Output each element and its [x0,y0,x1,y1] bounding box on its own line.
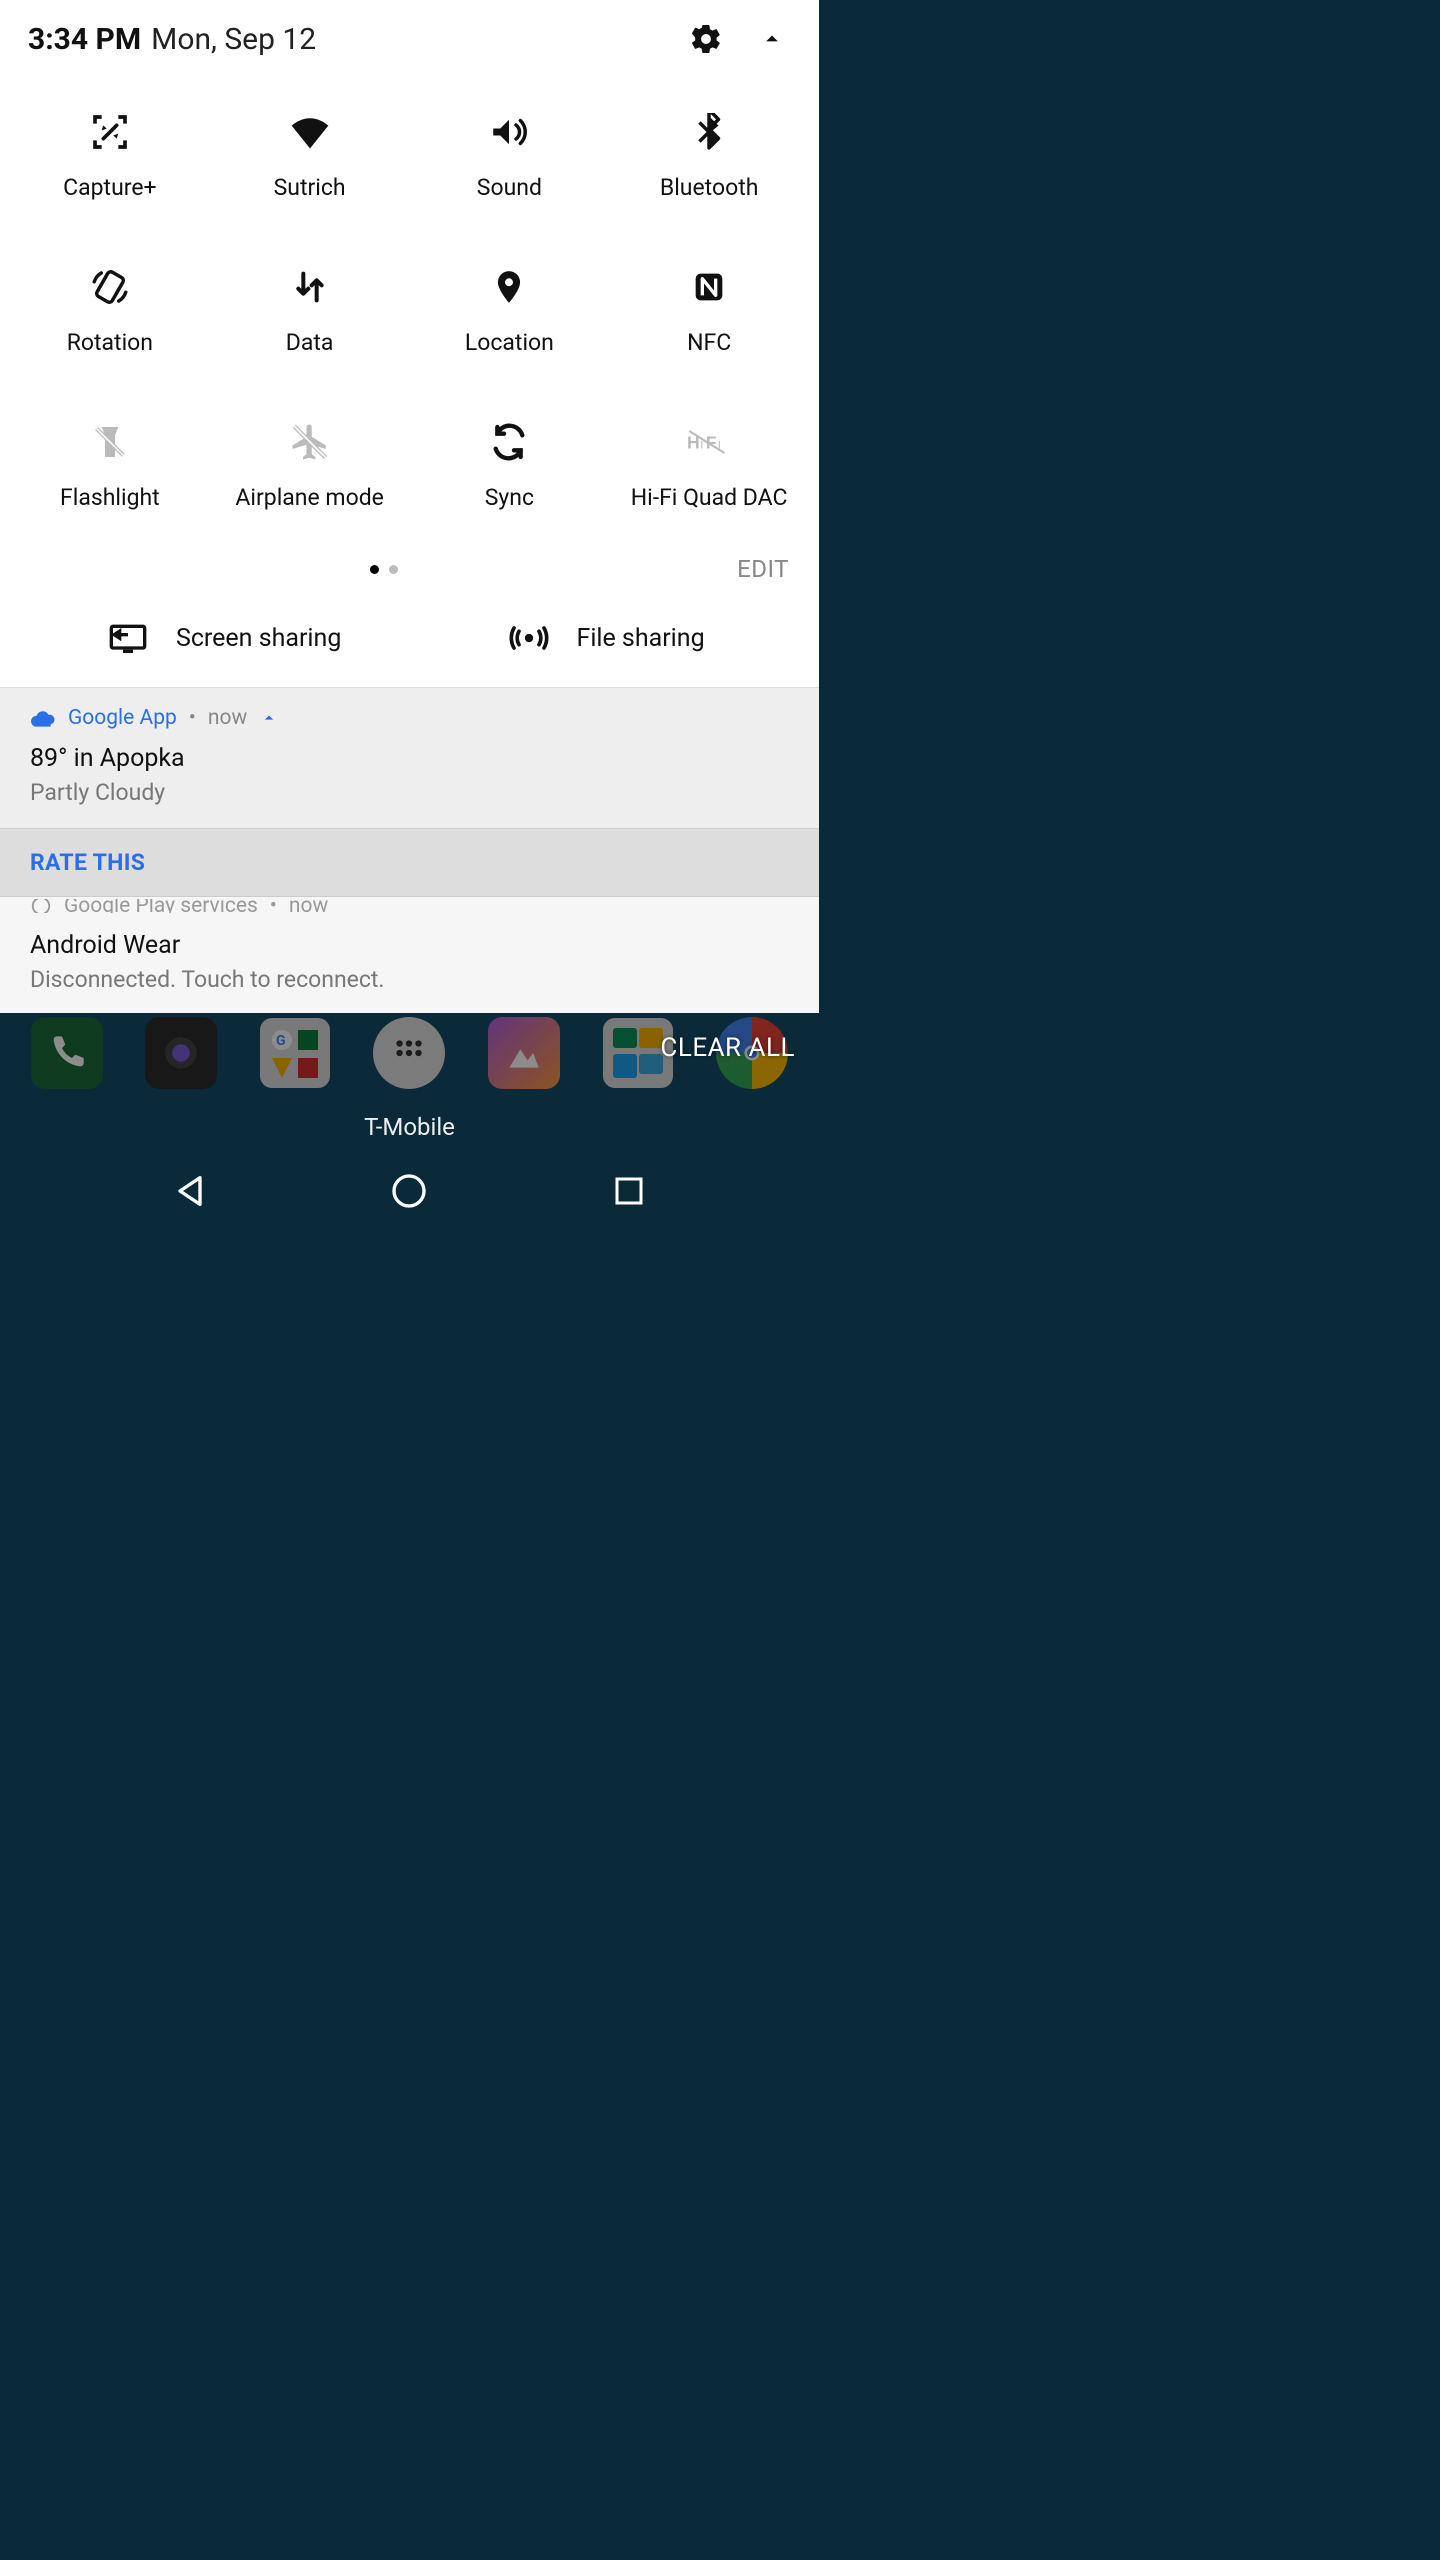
weather-title: 89° in Apopka [30,744,789,773]
screen-sharing-button[interactable]: Screen sharing [20,621,399,655]
file-sharing-button[interactable]: File sharing [399,621,800,655]
app-drawer-icon [373,1017,445,1089]
bluetooth-icon [687,110,731,154]
weather-subtitle: Partly Cloudy [30,779,789,806]
notification-android-wear[interactable]: Google Play services • now Android Wear … [0,896,819,1013]
notification-app-name: Google Play services [64,899,258,913]
screen-sharing-icon [108,621,148,655]
tile-label: Capture+ [63,174,156,201]
tile-data[interactable]: Data [210,265,410,356]
navigation-bar [0,1157,819,1235]
tile-label: Data [286,329,334,356]
svg-text:I: I [700,440,703,452]
collapse-icon[interactable] [259,708,279,728]
edit-button[interactable]: EDIT [737,555,789,583]
tile-rotation[interactable]: Rotation [10,265,210,356]
separator-dot: • [270,899,277,913]
play-services-icon [30,899,52,913]
tile-label: Sutrich [274,174,346,201]
phone-app-icon [31,1017,103,1089]
tile-capture-plus[interactable]: Capture+ [10,110,210,201]
quick-settings-grid: Capture+ Sutrich Sound Bluetooth Rotatio… [0,78,819,531]
google-folder-icon: G [259,1017,331,1089]
camera-app-icon [145,1017,217,1089]
tile-label: Location [465,329,554,356]
separator-dot: • [189,706,196,730]
home-dock-background: G CLEAR ALL [0,1013,819,1093]
tile-sound[interactable]: Sound [410,110,610,201]
svg-text:G: G [276,1033,286,1049]
airplane-off-icon [288,420,332,464]
gallery-app-icon [488,1017,560,1089]
tile-label: Rotation [67,329,153,356]
tile-nfc[interactable]: NFC [609,265,809,356]
tile-hifi-dac[interactable]: HIFI Hi-Fi Quad DAC [609,420,809,511]
sound-icon [487,110,531,154]
cloud-icon [30,708,56,728]
nfc-icon [687,265,731,309]
tile-airplane[interactable]: Airplane mode [210,420,410,511]
tile-label: Flashlight [60,484,160,511]
carrier-label: T-Mobile [0,1093,819,1157]
sync-icon [487,420,531,464]
recents-button[interactable] [599,1161,659,1221]
rate-this-button[interactable]: RATE THIS [0,828,819,896]
location-icon [487,265,531,309]
tile-label: Sync [485,484,534,511]
file-sharing-icon [509,621,549,655]
tile-location[interactable]: Location [410,265,610,356]
tile-label: Bluetooth [660,174,759,201]
notification-time: now [289,899,328,913]
clock-time: 3:34 PM [28,22,141,57]
tile-label: Airplane mode [235,484,383,511]
notification-app-name: Google App [68,706,177,730]
tile-sync[interactable]: Sync [410,420,610,511]
clock-date: Mon, Sep 12 [151,22,316,57]
wear-subtitle: Disconnected. Touch to reconnect. [30,966,789,993]
tile-label: NFC [687,329,731,356]
clear-all-button[interactable]: CLEAR ALL [660,1033,795,1063]
screen-sharing-label: Screen sharing [176,624,341,653]
file-sharing-label: File sharing [577,624,705,653]
wear-title: Android Wear [30,931,789,960]
flashlight-off-icon [88,420,132,464]
data-icon [288,265,332,309]
home-button[interactable] [379,1161,439,1221]
notification-time: now [208,706,247,730]
tile-label: Sound [477,174,542,201]
notification-weather[interactable]: Google App • now 89° in Apopka Partly Cl… [0,688,819,828]
capture-icon [88,110,132,154]
settings-icon[interactable] [687,20,725,58]
tile-flashlight[interactable]: Flashlight [10,420,210,511]
collapse-icon[interactable] [753,20,791,58]
hifi-off-icon: HIFI [687,420,731,464]
back-button[interactable] [160,1161,220,1221]
tile-bluetooth[interactable]: Bluetooth [609,110,809,201]
tile-wifi[interactable]: Sutrich [210,110,410,201]
wifi-icon [288,110,332,154]
tile-label: Hi-Fi Quad DAC [631,484,788,511]
rotation-icon [88,265,132,309]
page-indicator [30,565,737,574]
